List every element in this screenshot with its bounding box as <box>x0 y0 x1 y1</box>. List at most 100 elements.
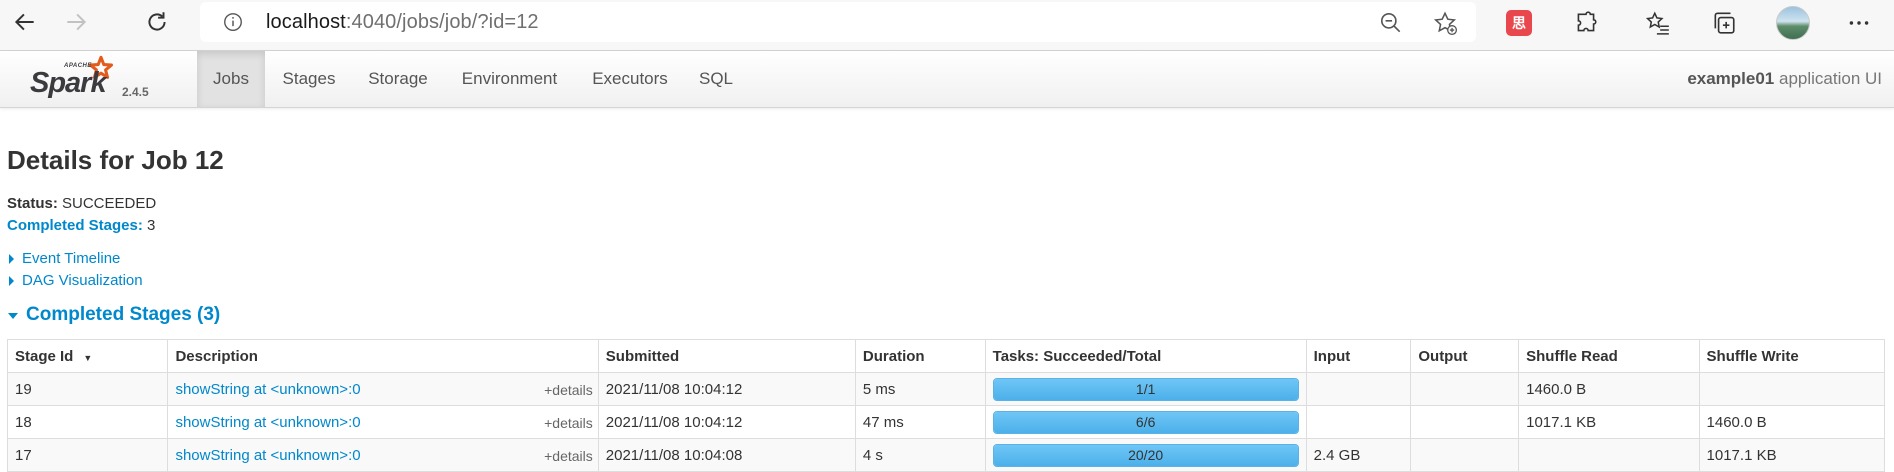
column-header-duration[interactable]: Duration <box>854 339 986 373</box>
tab-executors[interactable]: Executors <box>576 51 684 107</box>
submitted-cell: 2021/11/08 10:04:12 <box>597 405 856 439</box>
refresh-button[interactable] <box>134 0 180 44</box>
completed-stages-line: Completed Stages: 3 <box>7 217 155 234</box>
more-dots-icon <box>1849 21 1869 25</box>
duration-cell: 5 ms <box>854 372 986 406</box>
status-label: Status: <box>7 195 58 212</box>
status-value: SUCCEEDED <box>57 195 157 212</box>
event-timeline-label: Event Timeline <box>22 250 121 267</box>
stage-id-cell: 17 <box>6 438 169 472</box>
tasks-cell: 1/1 <box>984 372 1307 406</box>
column-header-description[interactable]: Description <box>167 339 599 373</box>
zoom-out-icon[interactable] <box>1378 10 1404 36</box>
completed-stages-heading: Completed Stages (3) <box>26 304 221 325</box>
browser-toolbar: localhost:4040/jobs/job/?id=12 思 <box>0 0 1894 51</box>
column-header-label: Stage Id <box>15 347 74 365</box>
table-row: 18 showString at <unknown>:0 +details 202… <box>6 405 1886 439</box>
stage-description-link[interactable]: showString at <unknown>:0 <box>175 381 360 398</box>
shuffle-write-cell: 1460.0 B <box>1698 405 1886 439</box>
address-bar[interactable]: localhost:4040/jobs/job/?id=12 <box>200 2 1476 42</box>
submitted-cell: 2021/11/08 10:04:08 <box>597 438 856 472</box>
tasks-progress-bar: 20/20 <box>992 443 1299 467</box>
tab-environment[interactable]: Environment <box>443 51 576 107</box>
spark-version: 2.4.5 <box>122 85 149 99</box>
table-row: 19 showString at <unknown>:0 +details 202… <box>6 372 1886 406</box>
sort-desc-icon: ▼ <box>83 352 93 363</box>
column-header-shuffle-write[interactable]: Shuffle Write <box>1698 339 1886 373</box>
status-line: Status: SUCCEEDED <box>7 195 156 212</box>
profile-button[interactable] <box>1775 6 1811 40</box>
add-favorite-icon[interactable] <box>1432 10 1458 36</box>
extension-button[interactable]: 思 <box>1504 8 1534 38</box>
duration-cell: 47 ms <box>854 405 986 439</box>
column-header-shuffle-read[interactable]: Shuffle Read <box>1518 339 1700 373</box>
submitted-cell: 2021/11/08 10:04:12 <box>597 372 856 406</box>
shuffle-write-cell <box>1698 372 1886 406</box>
description-cell: showString at <unknown>:0 +details <box>167 438 599 472</box>
more-button[interactable] <box>1844 8 1874 38</box>
extensions-button[interactable] <box>1571 8 1601 38</box>
url-text[interactable]: localhost:4040/jobs/job/?id=12 <box>266 11 539 34</box>
caret-down-icon <box>8 313 18 319</box>
column-header-tasks[interactable]: Tasks: Succeeded/Total <box>984 339 1307 373</box>
tasks-progress-bar: 6/6 <box>992 410 1299 434</box>
event-timeline-toggle[interactable]: Event Timeline <box>9 250 120 267</box>
tab-sql[interactable]: SQL <box>684 51 748 107</box>
details-toggle[interactable]: +details <box>544 415 593 431</box>
back-button[interactable] <box>2 0 48 44</box>
completed-stages-toggle[interactable]: Completed Stages (3) <box>8 304 220 326</box>
tab-stages[interactable]: Stages <box>265 51 353 107</box>
arrow-right-icon <box>67 13 87 31</box>
tab-storage[interactable]: Storage <box>353 51 443 107</box>
refresh-icon <box>148 12 166 31</box>
output-cell <box>1410 405 1520 439</box>
arrow-left-icon <box>14 13 34 31</box>
info-icon[interactable] <box>222 11 244 33</box>
details-toggle[interactable]: +details <box>544 448 593 464</box>
favorites-button[interactable] <box>1643 8 1673 38</box>
shuffle-write-cell: 1017.1 KB <box>1698 438 1886 472</box>
app-name: example01 <box>1687 69 1775 88</box>
progress-text: 20/20 <box>1128 447 1164 463</box>
input-cell <box>1305 372 1412 406</box>
forward-button[interactable] <box>53 0 99 44</box>
details-toggle[interactable]: +details <box>544 382 593 398</box>
page-title: Details for Job 12 <box>7 145 224 175</box>
url-host: localhost <box>266 11 346 33</box>
completed-stages-link[interactable]: Completed Stages: <box>7 217 143 234</box>
table-header-row: Stage Id ▼ Description Submitted Duration… <box>6 339 1886 373</box>
caret-right-icon <box>9 275 14 286</box>
completed-stages-table: Stage Id ▼ Description Submitted Duration… <box>6 339 1886 472</box>
dag-visualization-toggle[interactable]: DAG Visualization <box>9 272 143 289</box>
column-header-output[interactable]: Output <box>1410 339 1520 373</box>
output-cell <box>1410 372 1520 406</box>
table-row: 17 showString at <unknown>:0 +details 202… <box>6 438 1886 472</box>
stage-description-link[interactable]: showString at <unknown>:0 <box>175 414 360 431</box>
input-cell: 2.4 GB <box>1305 438 1412 472</box>
tasks-cell: 20/20 <box>984 438 1307 472</box>
shuffle-read-cell: 1017.1 KB <box>1518 405 1700 439</box>
collections-button[interactable] <box>1709 8 1739 38</box>
stage-description-link[interactable]: showString at <unknown>:0 <box>175 447 360 464</box>
favorites-list-icon <box>1645 11 1669 35</box>
extension-badge-icon: 思 <box>1506 10 1532 36</box>
description-cell: showString at <unknown>:0 +details <box>167 405 599 439</box>
column-header-submitted[interactable]: Submitted <box>597 339 856 373</box>
puzzle-icon <box>1577 11 1597 32</box>
stage-id-cell: 18 <box>6 405 169 439</box>
url-path: :4040/jobs/job/?id=12 <box>345 11 539 33</box>
shuffle-read-cell: 1460.0 B <box>1518 372 1700 406</box>
progress-text: 6/6 <box>1135 414 1156 430</box>
tab-jobs[interactable]: Jobs <box>197 51 265 107</box>
caret-right-icon <box>9 253 14 264</box>
collections-icon <box>1714 12 1735 34</box>
dag-visualization-label: DAG Visualization <box>22 272 143 289</box>
stage-id-cell: 19 <box>6 372 169 406</box>
input-cell <box>1305 405 1412 439</box>
column-header-stage-id[interactable]: Stage Id ▼ <box>6 339 169 373</box>
tasks-cell: 6/6 <box>984 405 1307 439</box>
column-header-input[interactable]: Input <box>1305 339 1412 373</box>
spark-logo[interactable]: APACHE Spark 2.4.5 <box>28 53 158 105</box>
tasks-progress-bar: 1/1 <box>992 377 1299 401</box>
logo-spark-text: Spark <box>30 67 107 99</box>
